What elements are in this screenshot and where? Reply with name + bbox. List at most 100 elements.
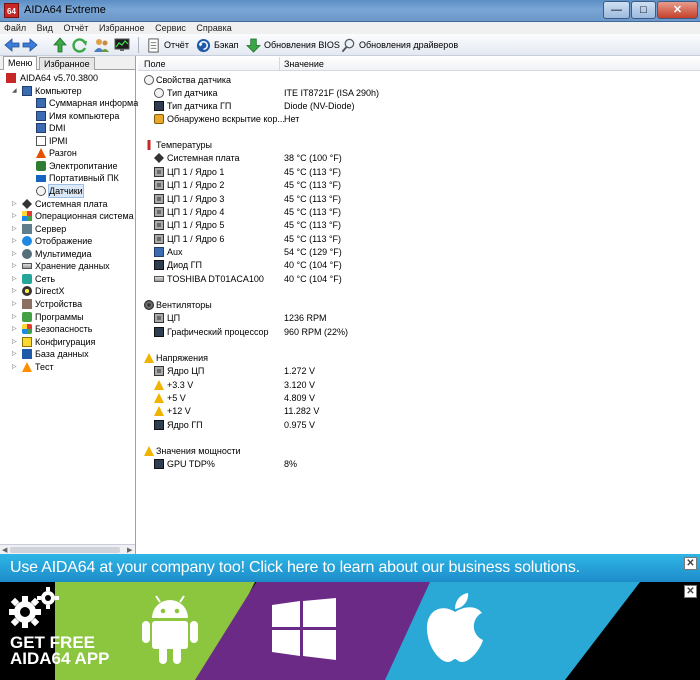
directx-icon	[22, 286, 32, 296]
scroll-right-arrow-icon[interactable]: ▶	[127, 546, 132, 554]
expand-icon[interactable]: ▷	[12, 201, 18, 207]
software-icon	[22, 312, 32, 322]
expand-icon[interactable]: ▷	[12, 351, 18, 357]
expand-icon[interactable]: ▷	[12, 276, 18, 282]
table-row[interactable]: ЦП 1 / Ядро 1 45 °C (113 °F)	[138, 166, 698, 179]
table-row[interactable]: GPU TDP% 8%	[138, 458, 698, 471]
table-row[interactable]: Aux 54 °C (129 °F)	[138, 246, 698, 259]
tree-item-label: Суммарная информа	[49, 98, 139, 108]
expand-icon[interactable]: ▷	[12, 213, 18, 219]
expand-icon[interactable]: ▷	[12, 238, 18, 244]
hard-drive-icon	[154, 276, 164, 282]
user-icon[interactable]	[93, 37, 109, 53]
benchmark-icon	[22, 362, 32, 372]
cpu-chip-icon	[154, 313, 164, 323]
back-arrow-icon[interactable]	[4, 37, 20, 53]
table-row[interactable]: ЦП 1 / Ядро 2 45 °C (113 °F)	[138, 179, 698, 192]
expand-icon[interactable]: ▷	[12, 288, 18, 294]
toolbar: Отчёт Бэкап Обновления BIOS Обновления д…	[0, 34, 700, 56]
row-value: 54 °C (129 °F)	[284, 247, 342, 257]
refresh-icon[interactable]	[72, 37, 88, 53]
banner-close-button-secondary[interactable]: ✕	[684, 585, 697, 598]
row-field: Тип датчика	[167, 88, 218, 98]
expand-icon[interactable]: ▷	[12, 263, 18, 269]
table-row[interactable]: Диод ГП 40 °C (104 °F)	[138, 259, 698, 272]
menu-file[interactable]: Файл	[0, 22, 30, 34]
tree-item-label: IPMI	[49, 136, 68, 146]
table-row[interactable]: Графический процессор 960 RPM (22%)	[138, 326, 698, 339]
collapse-icon[interactable]: ◢	[12, 88, 18, 94]
cpu-chip-icon	[154, 207, 164, 217]
warning-icon	[154, 393, 164, 403]
expand-icon[interactable]: ▷	[12, 251, 18, 257]
row-field: ЦП 1 / Ядро 2	[167, 180, 225, 190]
aida64-app-icon[interactable]: 64	[4, 3, 19, 18]
horizontal-scrollbar[interactable]: ◀ ▶	[0, 544, 135, 554]
row-value: 1236 RPM	[284, 313, 327, 323]
android-logo-icon	[142, 595, 198, 664]
table-row[interactable]: Тип датчика ГП Diode (NV-Diode)	[138, 100, 698, 113]
close-button[interactable]: ✕	[657, 1, 698, 19]
get-free-text[interactable]: GET FREE AIDA64 APP	[10, 634, 110, 667]
section-header: Температуры	[138, 139, 698, 152]
gpu-icon	[154, 420, 164, 430]
row-value: 0.975 V	[284, 420, 316, 430]
forward-arrow-icon[interactable]	[22, 37, 38, 53]
row-field: ЦП 1 / Ядро 3	[167, 194, 225, 204]
row-field: GPU TDP%	[167, 459, 215, 469]
banner-bar[interactable]: Use AIDA64 at your company too! Click he…	[0, 554, 700, 582]
table-row[interactable]: +12 V 11.282 V	[138, 405, 698, 418]
up-arrow-icon[interactable]	[52, 37, 68, 53]
table-row[interactable]: Ядро ЦП 1.272 V	[138, 365, 698, 378]
column-divider[interactable]	[279, 57, 280, 71]
bios-update-button[interactable]: Обновления BIOS	[246, 37, 340, 53]
gpu-icon	[154, 327, 164, 337]
driver-update-button[interactable]: Обновления драйверов	[341, 37, 458, 53]
table-row[interactable]: +5 V 4.809 V	[138, 392, 698, 405]
menu-view[interactable]: Вид	[33, 22, 57, 34]
table-row[interactable]: Обнаружено вскрытие кор... Нет	[138, 113, 698, 126]
warning-icon	[154, 406, 164, 416]
table-row[interactable]: Ядро ГП 0.975 V	[138, 419, 698, 432]
tab-menu[interactable]: Меню	[3, 56, 38, 70]
backup-button[interactable]: Бэкап	[196, 37, 239, 53]
menu-favorites[interactable]: Избранное	[95, 22, 149, 34]
minimize-button[interactable]: —	[603, 1, 630, 19]
download-arrow-icon	[246, 38, 261, 53]
scroll-left-arrow-icon[interactable]: ◀	[2, 546, 7, 554]
table-row[interactable]: ЦП 1 / Ядро 6 45 °C (113 °F)	[138, 233, 698, 246]
aida64-icon	[6, 73, 16, 83]
chart-monitor-icon[interactable]	[114, 37, 130, 53]
banner-close-button[interactable]: ✕	[684, 557, 697, 570]
row-field: Диод ГП	[167, 260, 203, 270]
expand-icon[interactable]: ▷	[12, 364, 18, 370]
power-icon	[36, 161, 46, 171]
banner-text[interactable]: Use AIDA64 at your company too! Click he…	[10, 559, 580, 577]
expand-icon[interactable]: ▷	[12, 226, 18, 232]
table-row[interactable]: ЦП 1 / Ядро 3 45 °C (113 °F)	[138, 193, 698, 206]
maximize-button[interactable]: □	[631, 1, 656, 19]
table-row[interactable]: +3.3 V 3.120 V	[138, 379, 698, 392]
menu-report[interactable]: Отчёт	[59, 22, 92, 34]
scrollbar-thumb[interactable]	[10, 547, 120, 553]
expand-icon[interactable]: ▷	[12, 301, 18, 307]
promo-banner[interactable]: Use AIDA64 at your company too! Click he…	[0, 554, 700, 680]
column-value[interactable]: Значение	[284, 58, 324, 70]
navigation-panel: Меню Избранное AIDA64 v5.70.3800 ◢ Компь…	[0, 56, 139, 554]
menu-tools[interactable]: Сервис	[151, 22, 190, 34]
report-button[interactable]: Отчёт	[146, 37, 189, 53]
table-row[interactable]: ЦП 1236 RPM	[138, 312, 698, 325]
table-row[interactable]: TOSHIBA DT01ACA100 40 °C (104 °F)	[138, 273, 698, 286]
table-row[interactable]: ЦП 1 / Ядро 4 45 °C (113 °F)	[138, 206, 698, 219]
table-row[interactable]: ЦП 1 / Ядро 5 45 °C (113 °F)	[138, 219, 698, 232]
table-row[interactable]: Системная плата 38 °C (100 °F)	[138, 152, 698, 165]
menu-help[interactable]: Справка	[192, 22, 235, 34]
tab-favorites[interactable]: Избранное	[39, 57, 95, 70]
sensor-gauge-icon	[144, 75, 154, 85]
tree-item-label: Хранение данных	[35, 261, 110, 271]
column-field[interactable]: Поле	[144, 58, 166, 70]
expand-icon[interactable]: ▷	[12, 314, 18, 320]
expand-icon[interactable]: ▷	[12, 326, 18, 332]
expand-icon[interactable]: ▷	[12, 339, 18, 345]
table-row[interactable]: Тип датчика ITE IT8721F (ISA 290h)	[138, 87, 698, 100]
